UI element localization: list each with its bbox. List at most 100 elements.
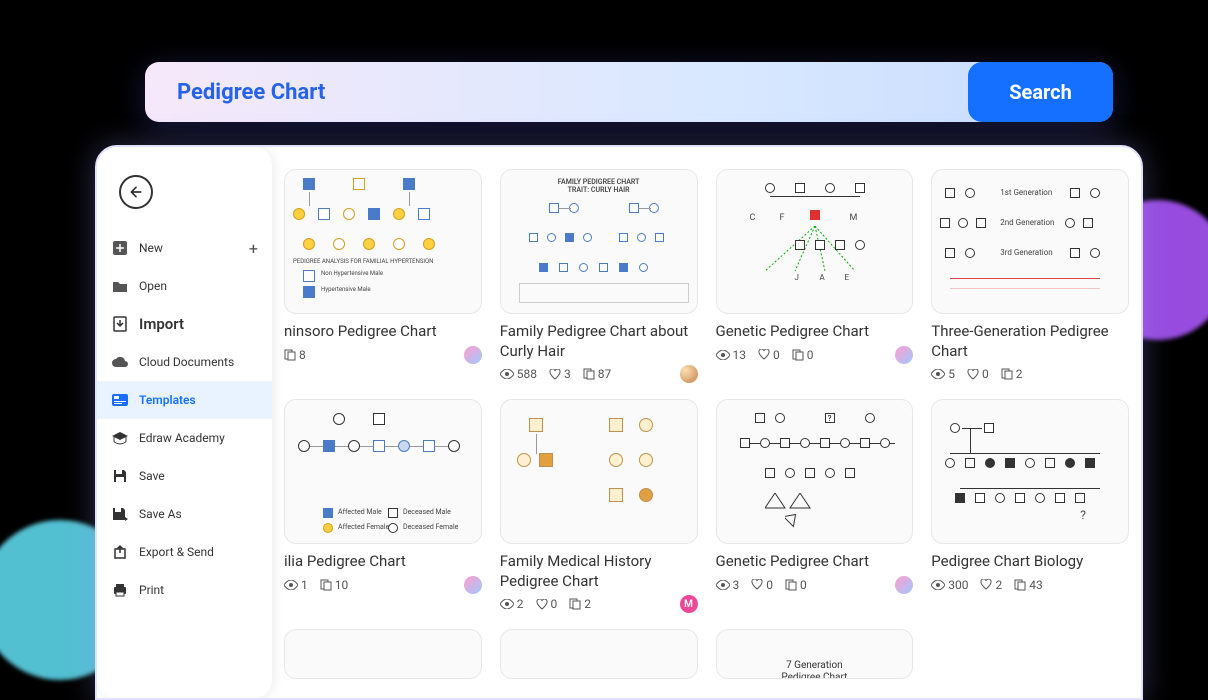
sidebar-item-templates[interactable]: Templates: [97, 381, 272, 419]
sidebar: New + Open Import Cloud Documents Templa…: [97, 147, 272, 698]
plus-box-icon: [111, 239, 129, 257]
sidebar-menu: New + Open Import Cloud Documents Templa…: [97, 229, 272, 609]
views-stat: 2: [500, 597, 524, 611]
template-thumbnail: PEDIGREE ANALYSIS FOR FAMILIAL HYPERTENS…: [284, 169, 482, 314]
sidebar-item-academy[interactable]: Edraw Academy: [97, 419, 272, 457]
copies-stat: 10: [320, 578, 349, 592]
template-thumbnail: 7 Generation Pedigree Chart: [716, 629, 914, 679]
sidebar-item-new[interactable]: New +: [97, 229, 272, 267]
template-title: ninsoro Pedigree Chart: [284, 322, 482, 342]
template-card[interactable]: PEDIGREE ANALYSIS FOR FAMILIAL HYPERTENS…: [284, 169, 482, 381]
likes-stat: 0: [758, 348, 780, 362]
template-stats: 2 0 2 M: [500, 597, 698, 611]
copies-stat: 43: [1014, 578, 1043, 592]
main-panel: New + Open Import Cloud Documents Templa…: [95, 145, 1143, 700]
template-thumbnail: [284, 629, 482, 679]
likes-stat: 2: [980, 578, 1002, 592]
template-content: PEDIGREE ANALYSIS FOR FAMILIAL HYPERTENS…: [272, 169, 1141, 698]
print-icon: [111, 581, 129, 599]
template-stats: 13 0 0: [716, 348, 914, 362]
template-card[interactable]: ? Pedigree Chart Biology 300 2 43: [931, 399, 1129, 611]
import-icon: [111, 315, 129, 333]
template-title: Genetic Pedigree Chart: [716, 552, 914, 572]
sidebar-item-label: Open: [139, 279, 167, 293]
template-thumbnail: FAMILY PEDIGREE CHARTTRAIT: CURLY HAIR: [500, 169, 698, 314]
author-avatar: M: [680, 595, 698, 613]
copies-stat: 87: [583, 367, 612, 381]
template-card[interactable]: 7 Generation Pedigree Chart: [716, 629, 914, 679]
template-thumbnail: [500, 629, 698, 679]
template-stats: 5 0 2: [931, 367, 1129, 381]
author-avatar: [895, 576, 913, 594]
views-stat: 1: [284, 578, 308, 592]
search-bar: Search: [145, 62, 1113, 122]
template-thumbnail: CFM JAE: [716, 169, 914, 314]
template-stats: 588 3 87: [500, 367, 698, 381]
sidebar-item-label: Print: [139, 583, 164, 597]
template-grid: PEDIGREE ANALYSIS FOR FAMILIAL HYPERTENS…: [272, 169, 1141, 679]
sidebar-item-import[interactable]: Import: [97, 305, 272, 343]
sidebar-item-cloud[interactable]: Cloud Documents: [97, 343, 272, 381]
sidebar-item-label: Templates: [139, 393, 196, 407]
template-stats: 8: [284, 348, 482, 362]
template-card[interactable]: Affected Male Deceased Male Affected Fem…: [284, 399, 482, 611]
views-stat: 5: [931, 367, 955, 381]
views-stat: 3: [716, 578, 740, 592]
template-title: Three-Generation Pedigree Chart: [931, 322, 1129, 361]
save-icon: [111, 467, 129, 485]
likes-stat: 0: [536, 597, 558, 611]
thumb-header: 7 Generation Pedigree Chart: [765, 660, 863, 679]
plus-icon: +: [249, 239, 258, 258]
likes-stat: 0: [751, 578, 773, 592]
sidebar-item-save[interactable]: Save: [97, 457, 272, 495]
views-stat: 300: [931, 578, 968, 592]
templates-icon: [111, 391, 129, 409]
copies-stat: 0: [792, 348, 814, 362]
template-thumbnail: [500, 399, 698, 544]
template-thumbnail: 1st Generation 2nd Generation 3rd Genera…: [931, 169, 1129, 314]
template-title: Genetic Pedigree Chart: [716, 322, 914, 342]
sidebar-item-open[interactable]: Open: [97, 267, 272, 305]
export-icon: [111, 543, 129, 561]
sidebar-item-label: Edraw Academy: [139, 431, 225, 445]
template-card[interactable]: [931, 629, 1129, 679]
author-avatar: [895, 346, 913, 364]
back-button[interactable]: [119, 175, 153, 209]
template-card[interactable]: Family Medical History Pedigree Chart 2 …: [500, 399, 698, 611]
template-card[interactable]: FAMILY PEDIGREE CHARTTRAIT: CURLY HAIR F…: [500, 169, 698, 381]
author-avatar: [464, 346, 482, 364]
likes-stat: 3: [549, 367, 571, 381]
likes-stat: 0: [967, 367, 989, 381]
academy-icon: [111, 429, 129, 447]
author-avatar: [464, 576, 482, 594]
sidebar-item-label: Save: [139, 469, 165, 483]
folder-icon: [111, 277, 129, 295]
copies-stat: 2: [569, 597, 591, 611]
template-title: Family Pedigree Chart about Curly Hair: [500, 322, 698, 361]
copies-stat: 0: [785, 578, 807, 592]
template-thumbnail: Affected Male Deceased Male Affected Fem…: [284, 399, 482, 544]
template-title: Pedigree Chart Biology: [931, 552, 1129, 572]
template-card[interactable]: [500, 629, 698, 679]
sidebar-item-print[interactable]: Print: [97, 571, 272, 609]
author-avatar: [680, 365, 698, 383]
arrow-left-icon: [128, 184, 144, 200]
sidebar-item-export[interactable]: Export & Send: [97, 533, 272, 571]
views-stat: 588: [500, 367, 537, 381]
template-stats: 1 10: [284, 578, 482, 592]
sidebar-item-save-as[interactable]: Save As: [97, 495, 272, 533]
sidebar-item-label: Cloud Documents: [139, 355, 234, 369]
template-title: ilia Pedigree Chart: [284, 552, 482, 572]
search-input[interactable]: [177, 80, 968, 105]
template-stats: 3 0 0: [716, 578, 914, 592]
template-thumbnail: ?: [716, 399, 914, 544]
template-card[interactable]: ? Genetic Pedigree Chart 3 0 0: [716, 399, 914, 611]
search-button[interactable]: Search: [968, 62, 1113, 122]
template-card[interactable]: CFM JAE Genetic Pedigree Chart 13 0 0: [716, 169, 914, 381]
cloud-icon: [111, 353, 129, 371]
copies-stat: 8: [284, 348, 306, 362]
template-thumbnail: ?: [931, 399, 1129, 544]
template-card[interactable]: 1st Generation 2nd Generation 3rd Genera…: [931, 169, 1129, 381]
views-stat: 13: [716, 348, 747, 362]
template-card[interactable]: [284, 629, 482, 679]
